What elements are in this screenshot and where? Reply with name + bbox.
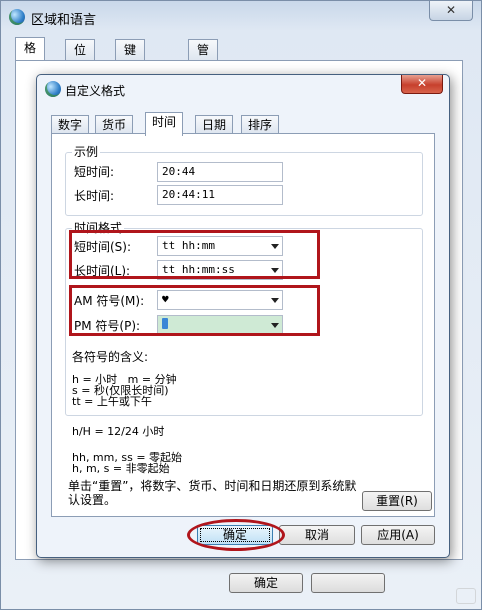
annotation-oval-ok xyxy=(187,519,285,551)
window-close-button[interactable]: ✕ xyxy=(429,1,473,21)
dialog-tab-bar: 数字 货币 时间 日期 排序 xyxy=(51,112,451,136)
annotation-box-time-formats xyxy=(69,230,320,279)
apply-button[interactable]: 应用(A) xyxy=(361,525,435,545)
customize-format-dialog: 自定义格式 ✕ 数字 货币 时间 日期 排序 示例 短时间: 20:44 长时间… xyxy=(36,74,450,558)
window-title: 区域和语言 xyxy=(31,13,97,28)
outer-ok-button[interactable]: 确定 xyxy=(229,573,303,593)
reset-button[interactable]: 重置(R) xyxy=(362,491,432,511)
tab-currency[interactable]: 货币 xyxy=(95,115,134,135)
example-short-time-value: 20:44 xyxy=(157,162,283,182)
symbol-line: tt = 上午或下午 xyxy=(72,395,152,408)
tab-time[interactable]: 时间 xyxy=(145,112,184,136)
example-long-time-value: 20:44:11 xyxy=(157,185,283,205)
dialog-title: 自定义格式 xyxy=(65,84,126,98)
cancel-button[interactable]: 取消 xyxy=(279,525,355,545)
symbols-legend-list: h = 小时 m = 分钟 s = 秒(仅限长时间) tt = 上午或下午 h/… xyxy=(72,374,182,474)
symbols-heading: 各符号的含义: xyxy=(72,350,149,364)
symbol-line: h, m, s = 非零起始 xyxy=(72,462,170,475)
tab-administrative[interactable]: 管理 xyxy=(188,39,219,77)
example-long-time-label: 长时间: xyxy=(74,189,115,203)
watermark-logo xyxy=(456,588,476,604)
example-short-time-label: 短时间: xyxy=(74,165,115,179)
tab-sort[interactable]: 排序 xyxy=(241,115,280,135)
tab-numbers[interactable]: 数字 xyxy=(51,115,90,135)
tab-keyboard-language[interactable]: 键盘和语言 xyxy=(115,39,146,137)
time-tab-panel: 示例 短时间: 20:44 长时间: 20:44:11 时间格式 短时间(S):… xyxy=(51,133,435,517)
globe-icon xyxy=(45,81,61,97)
symbol-line xyxy=(72,437,182,448)
symbol-line xyxy=(72,407,182,418)
tab-location[interactable]: 位置 xyxy=(65,39,96,77)
reset-note: 单击“重置”，将数字、货币、时间和日期还原到系统默认设置。 xyxy=(68,479,357,507)
tab-date[interactable]: 日期 xyxy=(195,115,234,135)
annotation-box-am-pm xyxy=(69,285,320,336)
globe-icon xyxy=(9,9,25,25)
tab-formats[interactable]: 格式 xyxy=(15,37,46,75)
outer-cancel-button[interactable] xyxy=(311,573,385,593)
dialog-close-button[interactable]: ✕ xyxy=(401,75,443,94)
symbol-line: h/H = 12/24 小时 xyxy=(72,425,165,438)
example-legend: 示例 xyxy=(72,145,101,159)
